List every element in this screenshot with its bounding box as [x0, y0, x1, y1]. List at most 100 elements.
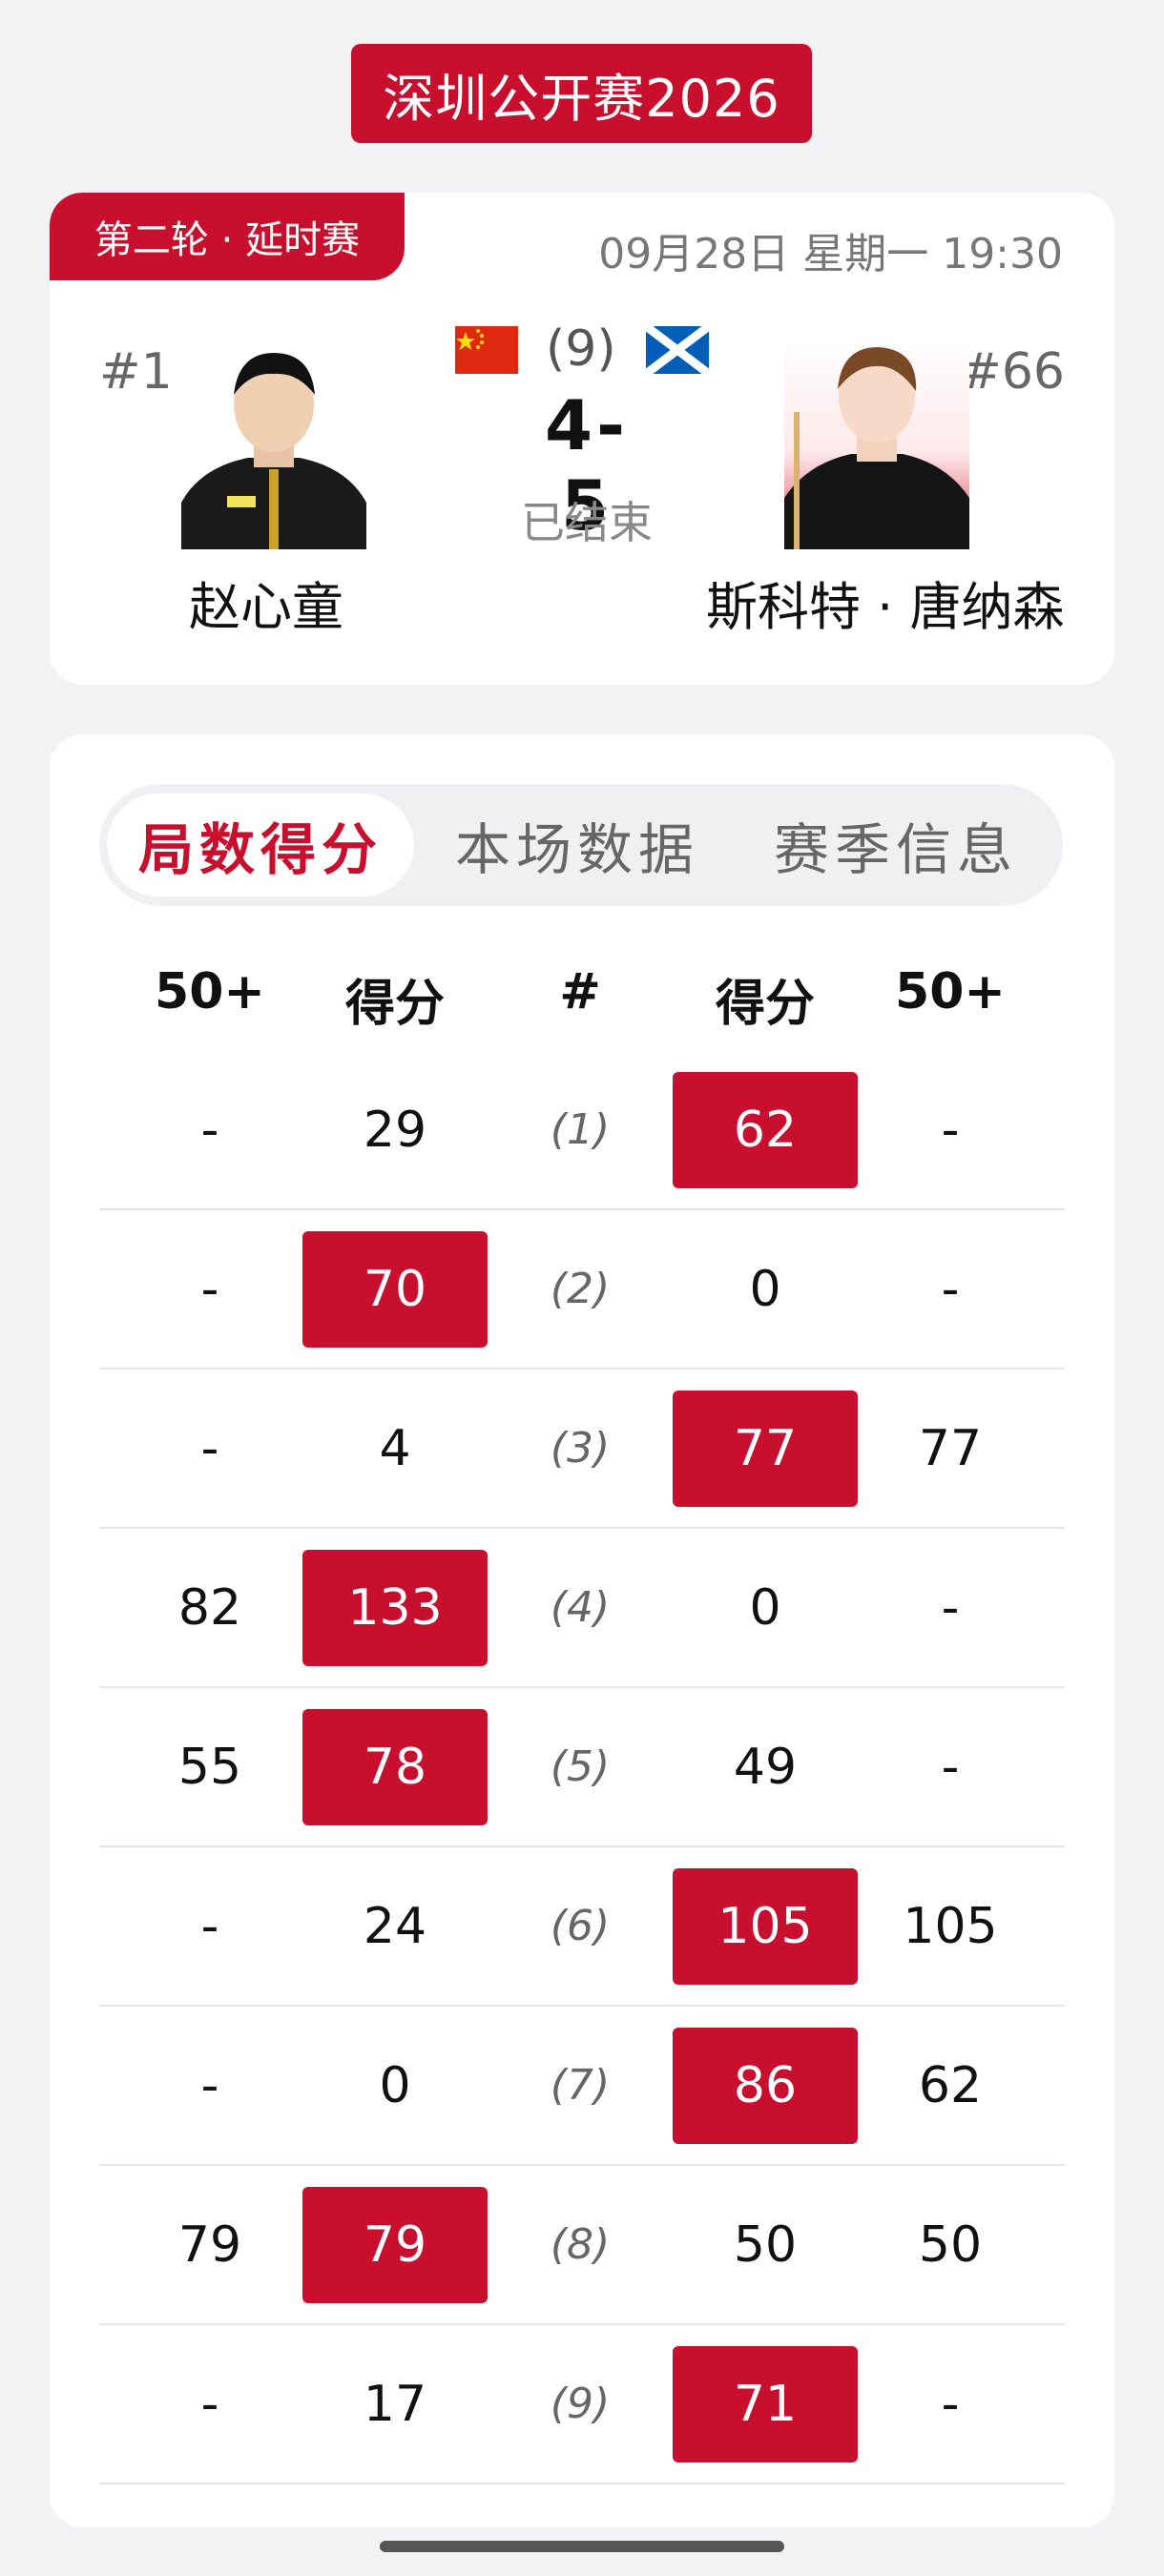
player1-photo[interactable]	[181, 336, 366, 549]
p2-break-cell: 62	[855, 2028, 1046, 2144]
p1-score-cell-value: 29	[363, 1101, 427, 1159]
frame-winner-score: 78	[302, 1708, 488, 1825]
tab-bar: 局数得分 本场数据 赛季信息	[99, 784, 1063, 906]
frame-winner-score: 71	[673, 2345, 858, 2463]
frame-score-table: - 29 (1) 62 - - 70 (2) 0 - - 4 (3) 77 77 82 133 (4) 0 - 55 78…	[50, 1051, 1114, 2484]
p2-score-cell: 71	[670, 2345, 861, 2463]
table-row: 82 133 (4) 0 -	[99, 1529, 1065, 1688]
match-status: 已结束	[521, 497, 653, 548]
frame-number-cell: (2)	[485, 1231, 676, 1348]
player1-avatar-icon	[181, 353, 366, 549]
p1-break-cell-value: -	[200, 1260, 219, 1318]
home-indicator[interactable]	[380, 2541, 784, 2552]
p1-break-cell: -	[114, 1072, 305, 1188]
player1-name[interactable]: 赵心童	[189, 565, 343, 640]
p1-score-cell: 70	[300, 1230, 490, 1348]
player2-photo[interactable]	[784, 336, 969, 549]
player2-name[interactable]: 斯科特 · 唐纳森	[706, 565, 1065, 640]
table-row: - 4 (3) 77 77	[99, 1370, 1065, 1529]
player2-avatar-icon	[784, 347, 969, 549]
frame-number-cell-value: (7)	[550, 2060, 611, 2110]
p2-break-cell: -	[855, 1072, 1046, 1188]
p1-break-cell: -	[114, 1391, 305, 1507]
frame-winner-score: 86	[673, 2027, 858, 2144]
match-card[interactable]: 第二轮 · 延时赛 09月28日 星期一 19:30 #1 #66 赵心童 斯科…	[50, 193, 1114, 685]
p1-break-cell: -	[114, 2028, 305, 2144]
p2-score-cell: 0	[670, 1231, 861, 1348]
p2-score-cell-value: 50	[733, 2215, 798, 2274]
p2-score-cell: 77	[670, 1390, 861, 1507]
p1-score-cell-value: 17	[363, 2375, 427, 2433]
p1-break-cell: -	[114, 1231, 305, 1348]
p1-score-cell: 24	[300, 1868, 490, 1985]
p2-break-cell-value: -	[941, 1738, 960, 1796]
frame-number-cell: (5)	[485, 1709, 676, 1825]
tab-frame-scores[interactable]: 局数得分	[107, 793, 414, 896]
p1-score-cell: 133	[300, 1549, 490, 1666]
p2-break-cell: -	[855, 1709, 1046, 1825]
header-frame-number: #	[559, 963, 601, 1020]
p2-score-cell-value: 49	[733, 1738, 798, 1796]
tab-match-stats[interactable]: 本场数据	[424, 793, 731, 896]
p1-break-cell-value: -	[200, 1419, 219, 1477]
tab-season-info[interactable]: 赛季信息	[742, 793, 1050, 896]
p1-break-cell-value: -	[200, 2056, 219, 2114]
p1-break-cell: -	[114, 2346, 305, 2463]
table-row: - 70 (2) 0 -	[99, 1210, 1065, 1370]
table-row: - 0 (7) 86 62	[99, 2007, 1065, 2166]
p2-break-cell-value: 50	[918, 2215, 983, 2274]
frame-number-cell: (7)	[485, 2028, 676, 2144]
p1-score-cell: 29	[300, 1072, 490, 1188]
p2-score-cell: 49	[670, 1709, 861, 1825]
frame-winner-score: 79	[302, 2186, 488, 2303]
p2-score-cell: 86	[670, 2027, 861, 2144]
p1-break-cell: 55	[114, 1709, 305, 1825]
p1-score-cell: 17	[300, 2346, 490, 2463]
p2-break-cell-value: 105	[903, 1897, 998, 1955]
header-p2-breaks: 50+	[895, 963, 1006, 1020]
p2-break-cell-value: -	[941, 1260, 960, 1318]
header-p2-score: 得分	[715, 976, 815, 1033]
header-p1-breaks: 50+	[155, 963, 265, 1020]
p1-score-cell-value: 0	[379, 2056, 411, 2114]
p1-break-cell-value: -	[200, 2375, 219, 2433]
table-row: 55 78 (5) 49 -	[99, 1688, 1065, 1847]
table-row: - 29 (1) 62 -	[99, 1051, 1065, 1210]
frame-stats-card: 局数得分 本场数据 赛季信息 50+ 得分 # 得分 50+ -29 (1) 62-…	[50, 734, 1114, 2527]
p1-score-cell-value: 4	[379, 1419, 411, 1477]
p2-score-cell-value: 0	[749, 1578, 781, 1637]
player2-rank: #66	[960, 343, 1065, 401]
p2-break-cell: 50	[855, 2187, 1046, 2303]
p2-break-cell-value: 77	[918, 1419, 983, 1477]
p1-break-cell-value: 79	[177, 2215, 242, 2274]
frame-number-cell-value: (1)	[550, 1104, 611, 1154]
p2-break-cell: 105	[855, 1868, 1046, 1985]
p2-break-cell: 77	[855, 1391, 1046, 1507]
p2-score-cell: 105	[670, 1867, 861, 1985]
p2-break-cell-value: 62	[918, 2056, 983, 2114]
p1-score-cell: 4	[300, 1391, 490, 1507]
frame-number-cell-value: (5)	[550, 1741, 611, 1791]
tournament-title: 深圳公开赛2026	[351, 44, 812, 143]
p2-score-cell: 0	[670, 1550, 861, 1666]
header-p1-score: 得分	[344, 976, 445, 1033]
p2-score-cell: 50	[670, 2187, 861, 2303]
frame-number-cell-value: (8)	[550, 2219, 611, 2269]
p2-break-cell: -	[855, 1231, 1046, 1348]
frame-number-cell: (6)	[485, 1868, 676, 1985]
p2-score-cell-value: 0	[749, 1260, 781, 1318]
frame-number-cell: (1)	[485, 1072, 676, 1188]
p2-break-cell-value: -	[941, 2375, 960, 2433]
p2-break-cell-value: -	[941, 1101, 960, 1159]
p1-break-cell: 79	[114, 2187, 305, 2303]
frame-winner-score: 105	[673, 1867, 858, 1985]
p1-score-cell-value: 24	[363, 1897, 427, 1955]
table-header: 50+ 得分 # 得分 50+	[50, 935, 1114, 1045]
frame-winner-score: 77	[673, 1390, 858, 1507]
p1-break-cell-value: 55	[177, 1738, 242, 1796]
p2-break-cell-value: -	[941, 1578, 960, 1637]
china-flag-icon	[455, 326, 518, 374]
match-datetime: 09月28日 星期一 19:30	[598, 230, 1063, 278]
p2-break-cell: -	[855, 1550, 1046, 1666]
p1-score-cell: 0	[300, 2028, 490, 2144]
